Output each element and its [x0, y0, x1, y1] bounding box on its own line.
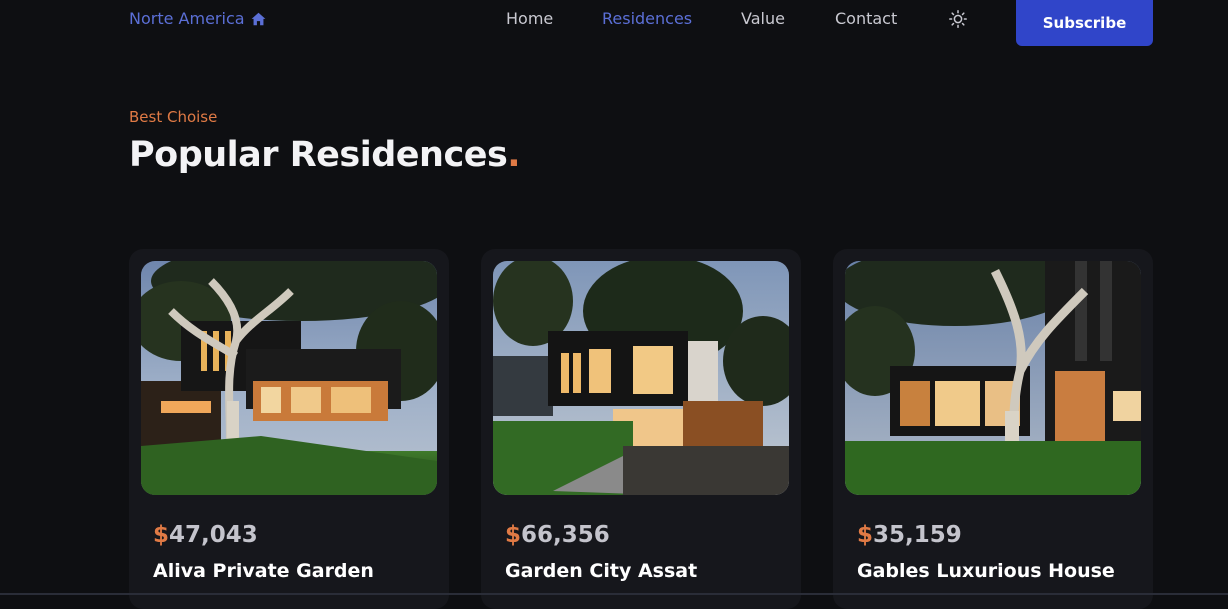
section-title-dot: . [507, 135, 521, 175]
section-title-text: Popular Residences [129, 135, 508, 175]
residence-name: Aliva Private Garden [153, 560, 374, 582]
residence-name: Gables Luxurious House [857, 560, 1115, 582]
price-value: 47,043 [169, 522, 258, 548]
residence-name: Garden City Assat [505, 560, 698, 582]
currency-symbol: $ [857, 522, 874, 548]
residence-photo [845, 261, 1141, 495]
nav-link-residences[interactable]: Residences [602, 9, 692, 28]
sun-icon[interactable] [949, 10, 967, 28]
residence-price: $66,356 [505, 522, 610, 548]
residence-card[interactable]: $47,043 Aliva Private Garden [129, 249, 449, 609]
header: Norte America Home Residences Value Cont… [0, 0, 1228, 46]
residence-price: $35,159 [857, 522, 962, 548]
price-value: 66,356 [521, 522, 610, 548]
currency-symbol: $ [153, 522, 170, 548]
nav-link-value[interactable]: Value [741, 9, 785, 28]
nav-link-home[interactable]: Home [506, 9, 553, 28]
residence-photo [493, 261, 789, 495]
currency-symbol: $ [505, 522, 522, 548]
nav-link-contact[interactable]: Contact [835, 9, 897, 28]
residence-card[interactable]: $66,356 Garden City Assat [481, 249, 801, 609]
subscribe-button[interactable]: Subscribe [1016, 0, 1153, 46]
residence-card[interactable]: $35,159 Gables Luxurious House [833, 249, 1153, 609]
residence-photo [141, 261, 437, 495]
price-value: 35,159 [873, 522, 962, 548]
section-title: Popular Residences. [129, 135, 521, 175]
section-subtitle: Best Choise [129, 108, 218, 126]
residence-price: $47,043 [153, 522, 258, 548]
